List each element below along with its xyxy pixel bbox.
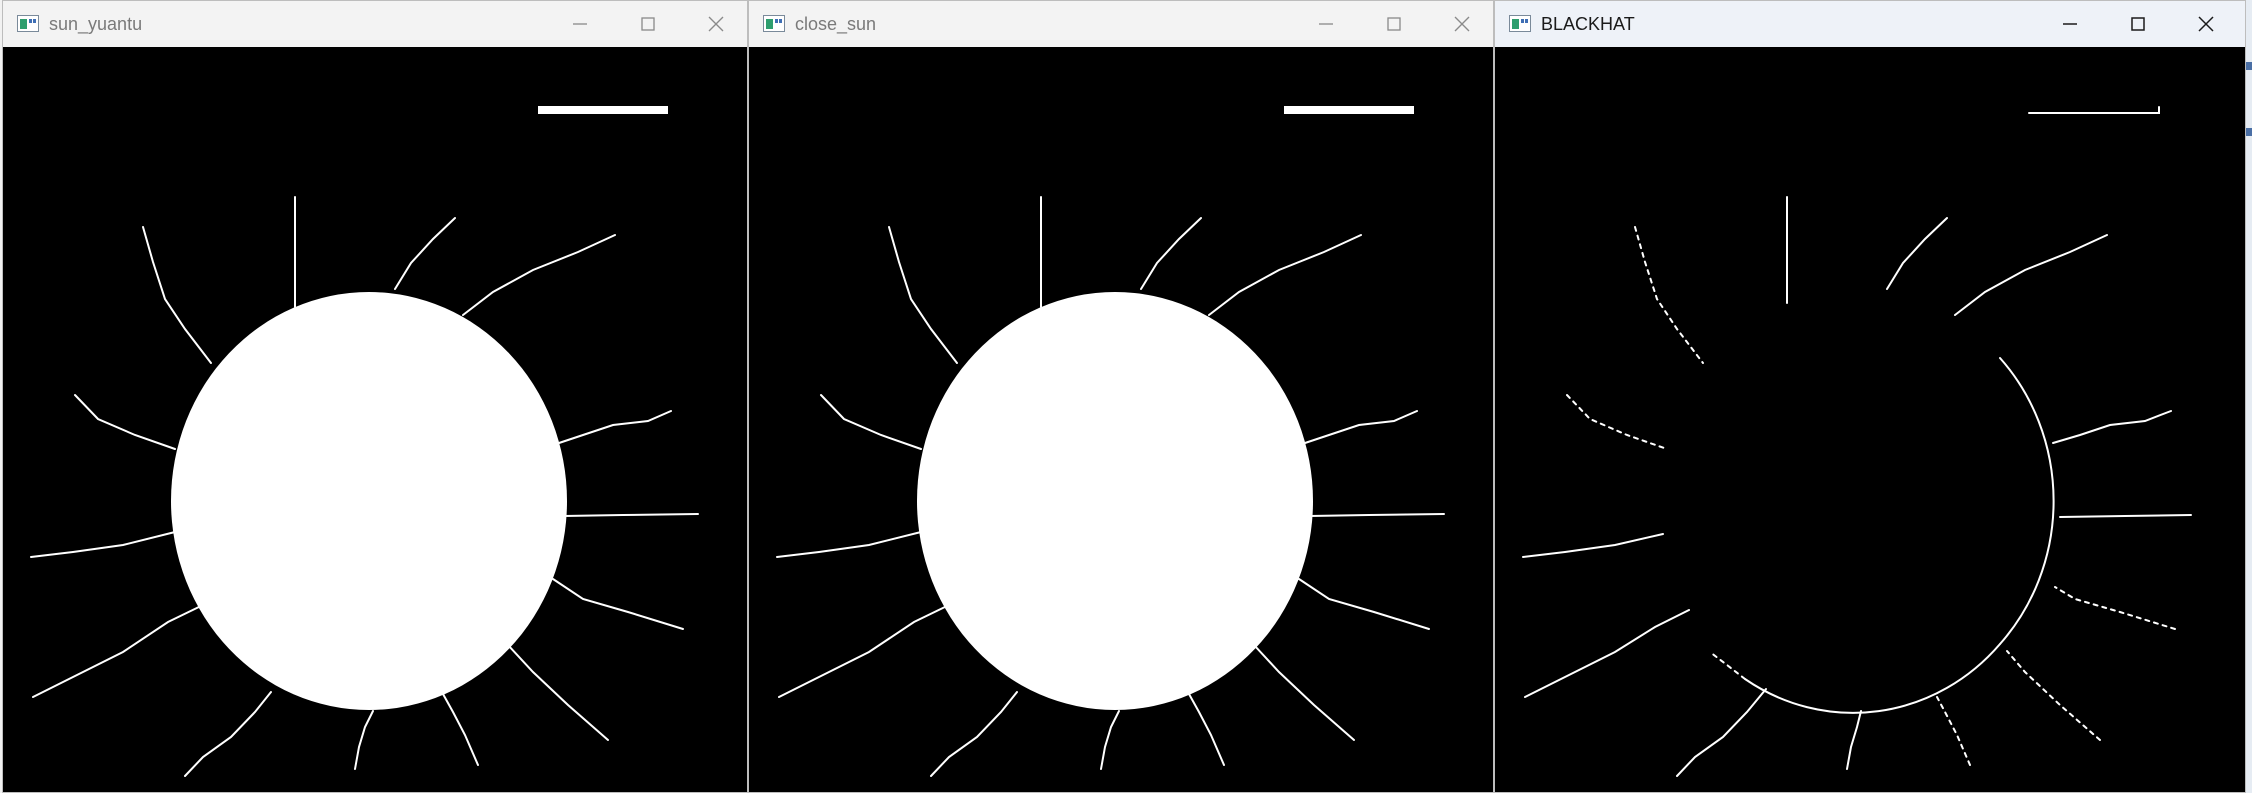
title-bar[interactable]: BLACKHAT [1495,1,2245,47]
desktop: sun_yuantu close_sun BLACKHAT [0,0,2252,793]
image-canvas[interactable] [3,47,747,792]
maximize-button[interactable] [2108,3,2168,45]
image-canvas[interactable] [749,47,1493,792]
maximize-button[interactable] [618,3,678,45]
window-close-sun[interactable]: close_sun [748,0,1494,793]
edge-marker [2246,128,2252,136]
title-bar[interactable]: sun_yuantu [3,1,747,47]
minimize-icon [1319,23,1333,25]
close-button[interactable] [2176,3,2236,45]
image-canvas[interactable] [1495,47,2245,792]
title-bar[interactable]: close_sun [749,1,1493,47]
edge-marker [2246,62,2252,70]
close-icon [1454,16,1470,32]
opencv-window-icon [17,15,39,32]
image-blackhat [1522,106,2192,777]
minimize-button[interactable] [2040,3,2100,45]
opencv-window-icon [1509,15,1531,32]
close-icon [2198,16,2214,32]
close-button[interactable] [1432,3,1492,45]
minimize-icon [2063,23,2077,25]
window-blackhat[interactable]: BLACKHAT [1494,0,2246,793]
minimize-button[interactable] [550,3,610,45]
maximize-icon [641,17,655,31]
maximize-icon [1387,17,1401,31]
close-icon [708,16,724,32]
image-original [30,106,699,777]
window-sun-yuantu[interactable]: sun_yuantu [2,0,748,793]
minimize-button[interactable] [1296,3,1356,45]
window-title: sun_yuantu [49,14,143,34]
image-closed [776,106,1445,777]
maximize-button[interactable] [1364,3,1424,45]
window-title: BLACKHAT [1541,14,1635,34]
minimize-icon [573,23,587,25]
background-window-edge [2246,0,2252,793]
maximize-icon [2131,17,2145,31]
opencv-window-icon [763,15,785,32]
close-button[interactable] [686,3,746,45]
window-title: close_sun [795,14,877,34]
